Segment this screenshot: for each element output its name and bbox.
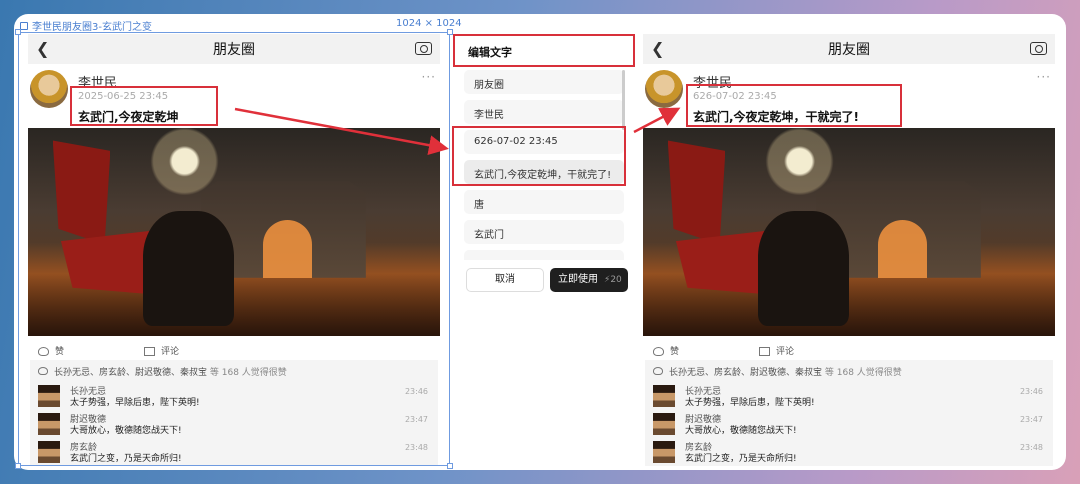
annotation-arrows [234,107,681,156]
arrow [633,107,681,134]
arrow [234,107,449,156]
